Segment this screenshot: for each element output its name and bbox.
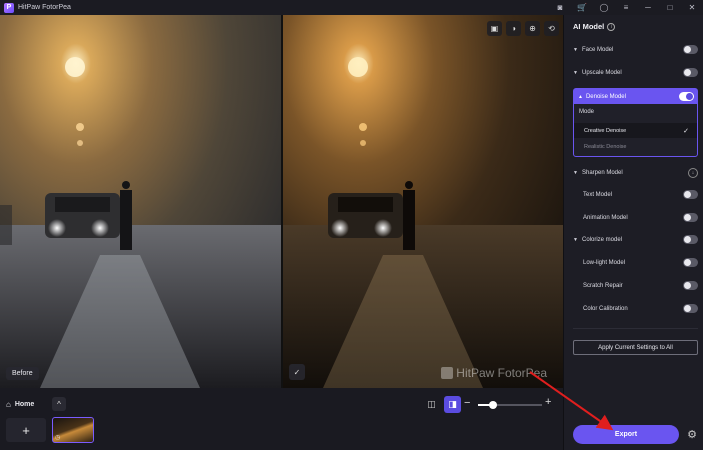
denoise-model-toggle[interactable]: [679, 92, 694, 101]
model-label: Upscale Model: [582, 70, 622, 76]
model-label: Face Model: [582, 47, 614, 53]
mode-option-label: Realistic Denoise: [584, 143, 627, 150]
model-row-animation[interactable]: Animation Model: [573, 211, 698, 225]
home-icon: ⌂: [6, 400, 11, 409]
crop-tool-icon[interactable]: ⟲: [544, 21, 559, 36]
close-icon[interactable]: ✕: [681, 0, 703, 15]
split-view-icon[interactable]: ◨: [444, 396, 461, 413]
ai-model-panel: AI Model i ▼ Face Model ▼ Upscale Model …: [563, 15, 703, 450]
denoise-model-header[interactable]: ▲ Denoise Model: [574, 89, 697, 104]
scratch-repair-toggle[interactable]: [683, 281, 698, 290]
color-calibration-toggle[interactable]: [683, 304, 698, 313]
cart-icon[interactable]: 🛒: [571, 0, 593, 15]
watermark-logo-icon: [441, 367, 454, 379]
panel-divider: [573, 328, 698, 329]
model-label: Low-light Model: [583, 260, 626, 266]
mode-option-label: Creative Denoise: [584, 127, 627, 134]
info-icon[interactable]: i: [607, 22, 616, 31]
lowlight-model-toggle[interactable]: [683, 258, 698, 267]
single-view-icon[interactable]: ◫: [424, 397, 439, 412]
zoom-slider-handle[interactable]: [489, 401, 498, 409]
mode-label: Mode: [579, 109, 595, 115]
image-toolbar: ▣ ◑ ⊕ ⟲: [487, 21, 559, 36]
animation-model-toggle[interactable]: [683, 213, 698, 222]
model-row-color-calibration[interactable]: Color Calibration: [573, 302, 698, 316]
mode-option-realistic[interactable]: Realistic Denoise: [574, 139, 697, 154]
preview-canvas: Before ▣ ◑ ⊕ ⟲ ✓ HitPaw FotorPea: [0, 15, 563, 388]
expand-caret-icon[interactable]: ▼: [573, 70, 582, 76]
model-label: Text Model: [583, 192, 613, 198]
titlebar-icons: ◙ 🛒 ◯ ≡ ─ □ ✕: [549, 0, 703, 15]
model-label: Denoise Model: [585, 93, 626, 100]
hand-tool-icon[interactable]: ▣: [487, 21, 502, 36]
home-label: Home: [14, 401, 35, 408]
check-icon: ✓: [683, 127, 689, 135]
before-label: Before: [6, 367, 39, 380]
expand-caret-icon[interactable]: ▼: [573, 237, 582, 243]
upscale-model-toggle[interactable]: [683, 68, 698, 77]
model-row-face[interactable]: ▼ Face Model: [573, 43, 698, 57]
watermark: HitPaw FotorPea: [441, 366, 547, 380]
zoom-slider[interactable]: [478, 401, 542, 409]
app-title: HitPaw FotorPea: [18, 4, 71, 11]
before-image: Before: [0, 15, 281, 388]
settings-gear-icon[interactable]: ⚙: [685, 427, 699, 441]
minimize-icon[interactable]: ─: [637, 0, 659, 15]
thumbnail-status-icon: ◷: [55, 435, 61, 441]
after-image: ▣ ◑ ⊕ ⟲ ✓ HitPaw FotorPea: [283, 15, 563, 388]
after-check-badge[interactable]: ✓: [289, 364, 305, 380]
collapse-button[interactable]: ^: [52, 397, 66, 411]
expand-caret-icon[interactable]: ▼: [573, 170, 582, 176]
model-row-scratch[interactable]: Scratch Repair: [573, 279, 698, 293]
colorize-model-toggle[interactable]: [683, 235, 698, 244]
watermark-text: HitPaw FotorPea: [456, 366, 547, 380]
panel-title-text: AI Model: [573, 22, 605, 31]
menu-icon[interactable]: ≡: [615, 0, 637, 15]
expand-caret-icon[interactable]: ▼: [573, 47, 582, 53]
model-row-lowlight[interactable]: Low-light Model: [573, 256, 698, 270]
apply-to-all-button[interactable]: Apply Current Settings to All: [573, 340, 698, 355]
text-model-toggle[interactable]: [683, 190, 698, 199]
collapse-caret-icon[interactable]: ▲: [578, 94, 583, 100]
model-label: Scratch Repair: [583, 283, 623, 289]
face-model-toggle[interactable]: [683, 45, 698, 54]
home-button[interactable]: ⌂ Home: [6, 398, 34, 411]
maximize-icon[interactable]: □: [659, 0, 681, 15]
discord-icon[interactable]: ◙: [549, 0, 571, 15]
zoom-in-icon[interactable]: +: [545, 396, 551, 408]
app-logo: P: [4, 2, 14, 13]
model-row-colorize[interactable]: ▼ Colorize model: [573, 233, 698, 247]
model-label: Color Calibration: [583, 306, 628, 312]
download-icon[interactable]: ↓: [688, 168, 698, 178]
mode-option-creative[interactable]: Creative Denoise ✓: [574, 123, 697, 138]
account-icon[interactable]: ◯: [593, 0, 615, 15]
model-row-upscale[interactable]: ▼ Upscale Model: [573, 66, 698, 80]
bottom-bar: ⌂ Home ^ + ◷ ◫ ◨ − +: [0, 388, 563, 450]
zoom-out-icon[interactable]: −: [464, 397, 470, 409]
compare-tool-icon[interactable]: ◑: [506, 21, 521, 36]
add-image-button[interactable]: +: [6, 418, 46, 442]
denoise-model-section: ▲ Denoise Model Mode Creative Denoise ✓ …: [573, 88, 698, 157]
image-thumbnail[interactable]: ◷: [52, 417, 94, 443]
model-row-text[interactable]: Text Model: [573, 188, 698, 202]
model-label: Colorize model: [582, 237, 623, 243]
panel-title: AI Model i: [573, 22, 616, 31]
title-bar: P HitPaw FotorPea ◙ 🛒 ◯ ≡ ─ □ ✕: [0, 0, 703, 15]
model-row-sharpen[interactable]: ▼ Sharpen Model ↓: [573, 166, 698, 180]
export-button[interactable]: Export: [573, 425, 679, 444]
model-label: Sharpen Model: [582, 170, 623, 176]
zoom-tool-icon[interactable]: ⊕: [525, 21, 540, 36]
model-label: Animation Model: [583, 215, 628, 221]
